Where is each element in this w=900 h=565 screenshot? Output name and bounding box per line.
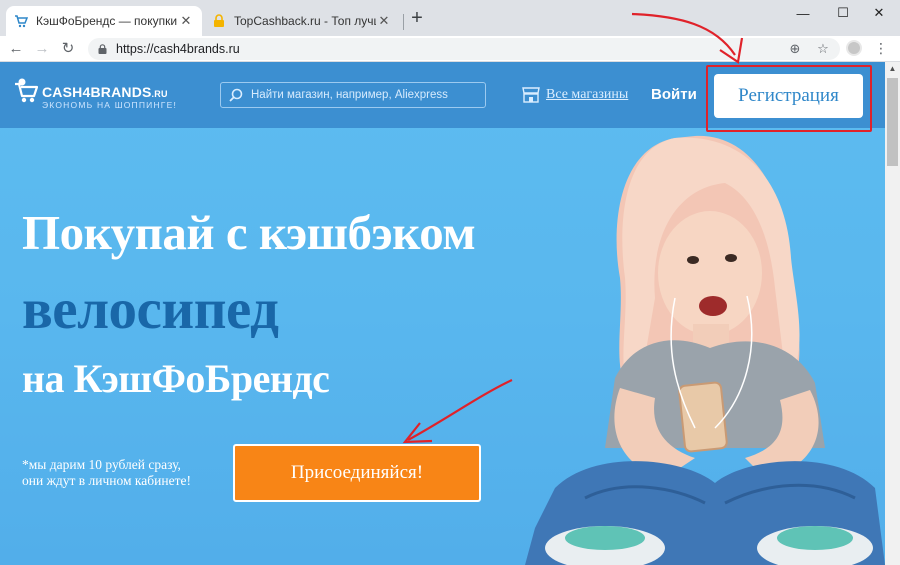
- back-arrow-icon[interactable]: ←: [6, 39, 26, 59]
- search-input[interactable]: [251, 89, 471, 101]
- all-stores-link[interactable]: Все магазины: [522, 87, 628, 103]
- store-search[interactable]: [220, 82, 486, 108]
- browser-tab-bar: КэшФоБрендс — покупки с кэш ✕ TopCashbac…: [0, 0, 900, 36]
- join-button[interactable]: Присоединяйся!: [233, 444, 481, 502]
- site-header: CASH4BRANDS.RU ЭКОНОМЬ НА ШОППИНГЕ! Все …: [0, 62, 885, 132]
- login-link[interactable]: Войти: [651, 86, 697, 103]
- logo-name: CASH4BRANDS.RU: [42, 84, 168, 100]
- plus-icon[interactable]: +: [406, 8, 428, 30]
- tab-title: КэшФоБрендс — покупки с кэш: [36, 14, 178, 28]
- tab-topcashback[interactable]: TopCashback.ru - Топ лучших кэ ✕: [204, 6, 400, 36]
- all-stores-label: Все магазины: [546, 87, 629, 102]
- site-logo[interactable]: CASH4BRANDS.RU ЭКОНОМЬ НА ШОППИНГЕ!: [14, 78, 204, 114]
- address-text: https://cash4brands.ru: [116, 42, 240, 56]
- register-annotation-box: [706, 65, 872, 132]
- logo-tagline: ЭКОНОМЬ НА ШОППИНГЕ!: [42, 100, 178, 110]
- hero-heading-line1: Покупай с кэшбэком: [22, 205, 476, 260]
- lock-icon: [98, 44, 107, 54]
- page-content: CASH4BRANDS.RU ЭКОНОМЬ НА ШОППИНГЕ! Все …: [0, 62, 885, 565]
- tab-cash4brands[interactable]: КэшФоБрендс — покупки с кэш ✕: [6, 6, 202, 36]
- tab-title: TopCashback.ru - Топ лучших кэ: [234, 14, 376, 28]
- zoom-icon[interactable]: ⊕: [786, 40, 804, 58]
- hero-heading-line2: велосипед: [22, 278, 279, 341]
- bonus-note: *мы дарим 10 рублей сразу, они ждут в ли…: [22, 457, 191, 489]
- tab-close-icon[interactable]: ✕: [178, 13, 194, 29]
- forward-arrow-icon[interactable]: →: [32, 39, 52, 59]
- hero-girl-photo: [525, 135, 885, 565]
- store-icon: [522, 87, 540, 103]
- menu-kebab-icon[interactable]: ⋮: [874, 38, 888, 58]
- lock-favicon-icon: [214, 14, 224, 27]
- reload-icon[interactable]: ↻: [58, 39, 78, 59]
- tab-separator: [403, 14, 404, 30]
- bonus-note-line1: *мы дарим 10 рублей сразу,: [22, 457, 181, 472]
- close-window-icon[interactable]: ✕: [856, 0, 900, 26]
- browser-toolbar: ← → ↻ https://cash4brands.ru ⊕ ☆: [0, 36, 900, 62]
- profile-avatar-icon[interactable]: [846, 40, 862, 56]
- scroll-up-icon[interactable]: ▲: [885, 62, 900, 76]
- tab-close-icon[interactable]: ✕: [376, 13, 392, 29]
- address-bar[interactable]: https://cash4brands.ru: [88, 38, 840, 60]
- hero-heading-line3: на КэшФоБрендс: [22, 356, 330, 401]
- cart-favicon-icon: [15, 15, 28, 28]
- cart-logo-icon: [15, 78, 38, 103]
- star-icon[interactable]: ☆: [814, 40, 832, 58]
- scroll-thumb[interactable]: [887, 78, 898, 166]
- bonus-note-line2: они ждут в личном кабинете!: [22, 473, 191, 488]
- search-icon: [229, 88, 243, 102]
